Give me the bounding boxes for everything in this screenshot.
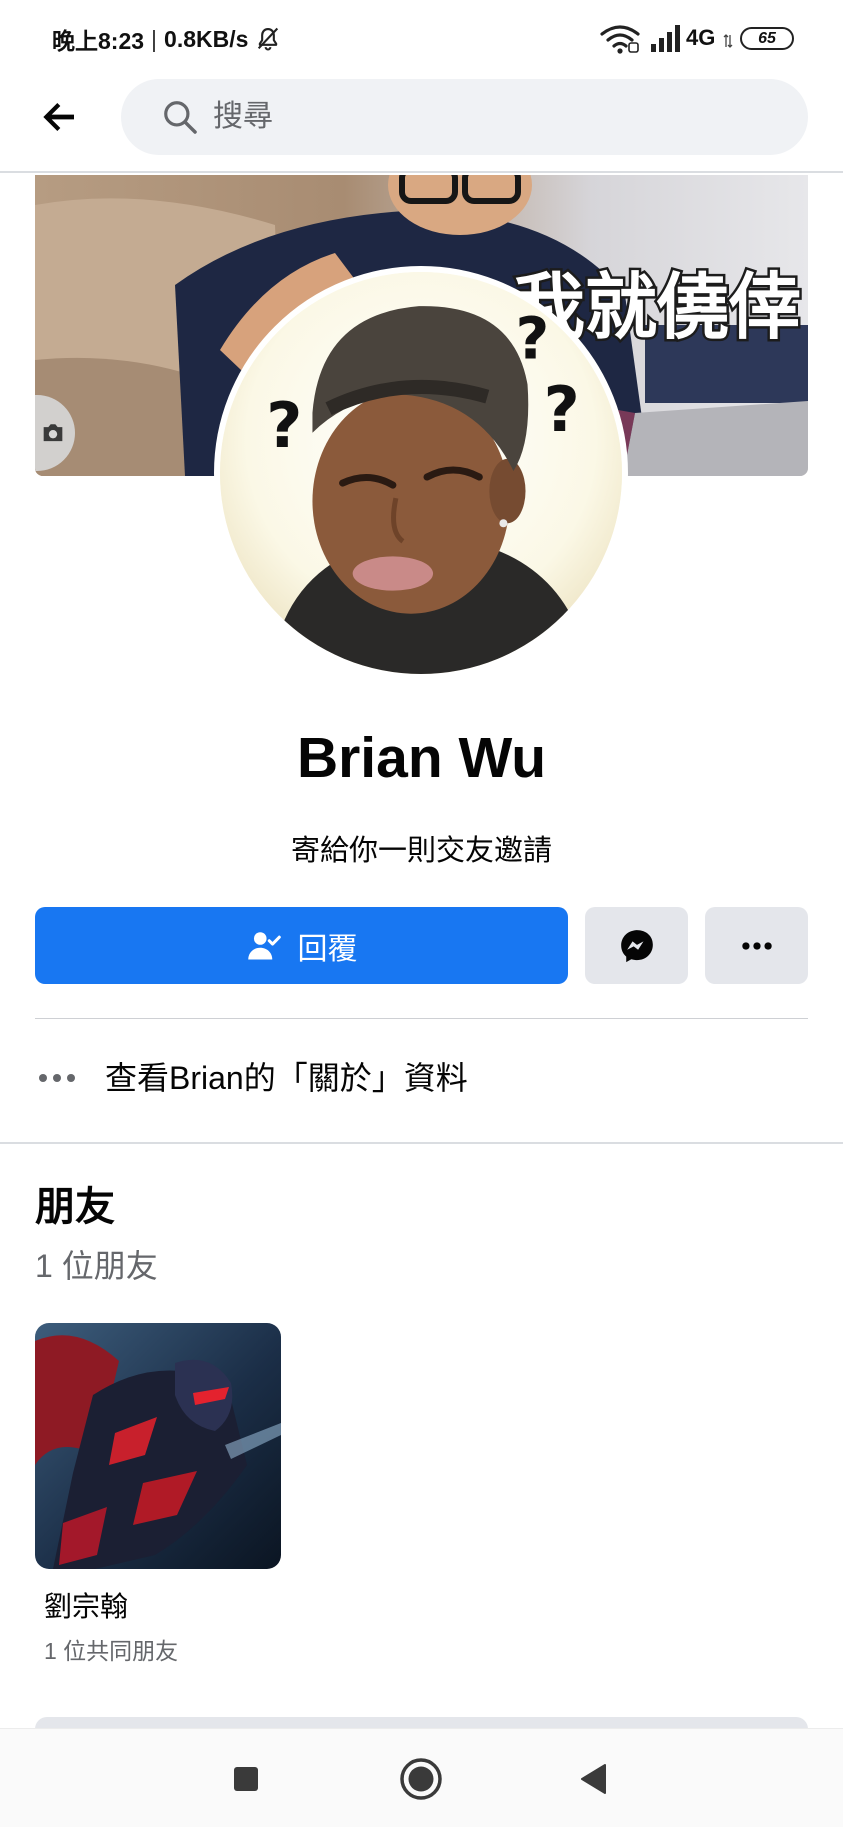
avatar-earring [499,519,508,528]
actions-divider [35,1018,808,1019]
status-separator: | [151,25,158,52]
status-time: 晚上8:23 [52,28,145,54]
status-speed: 0.8KB/s [164,25,249,52]
avatar-mark-left: ? [266,389,302,462]
data-arrows-icon [723,34,733,48]
bell-off-icon [258,27,279,51]
search-icon [164,101,197,134]
status-bar: 晚上8:23 | 0.8KB/s 4G 65 [0,0,843,76]
status-left: 晚上8:23 | 0.8KB/s [52,22,282,56]
friend-mutual-count: 1 位共同朋友 [44,1638,179,1664]
avatar-mark-right: ? [544,373,580,446]
avatar-image: ? ? ? [220,272,622,674]
more-dots-icon [741,941,772,950]
friend-name[interactable]: 劉宗翰 [44,1589,128,1625]
profile-name: Brian Wu [296,726,547,790]
battery-level: 65 [758,30,776,47]
person-check-icon [247,931,281,959]
messenger-icon [620,929,653,962]
network-type: 4G [686,25,716,50]
signal-icon [651,25,680,52]
header-divider [0,171,843,173]
friends-count: 1 位朋友 [35,1248,158,1284]
avatar-ear [489,458,526,524]
about-label: 查看Brian的「關於」資料 [105,1060,468,1096]
respond-button[interactable]: 回覆 [35,907,568,984]
battery-icon: 65 [740,27,794,50]
friend-avatar-image [35,1323,281,1569]
profile-avatar[interactable]: ? ? ? [214,266,628,680]
respond-label: 回覆 [297,932,358,966]
search-input[interactable] [213,79,773,155]
friend-request-notice: 寄給你一則交友邀請 [290,835,552,867]
recents-square-icon [234,1767,258,1791]
section-divider [0,1142,843,1144]
wifi-icon [600,25,640,54]
about-info-link[interactable]: 查看Brian的「關於」資料 [0,1046,843,1110]
cover-laptop [623,401,808,476]
back-triangle-icon [581,1764,606,1794]
back-arrow-icon[interactable] [38,97,80,137]
friend-avatar[interactable] [35,1323,281,1569]
avatar-mark-top: ? [515,304,549,372]
more-dots-icon [39,1074,75,1082]
system-nav-bar [0,1728,843,1827]
avatar-mouth [352,556,434,591]
message-button[interactable] [585,907,688,984]
friend-card[interactable]: 劉宗翰 1 位共同朋友 [35,1323,285,1673]
camera-icon [43,424,63,442]
search-bar[interactable] [121,79,808,155]
friends-heading[interactable]: 朋友 [35,1182,115,1232]
home-circle-icon [400,1758,442,1800]
recents-button[interactable] [216,1749,276,1809]
system-back-button[interactable] [563,1749,623,1809]
home-button[interactable] [391,1749,451,1809]
more-options-button[interactable] [705,907,808,984]
